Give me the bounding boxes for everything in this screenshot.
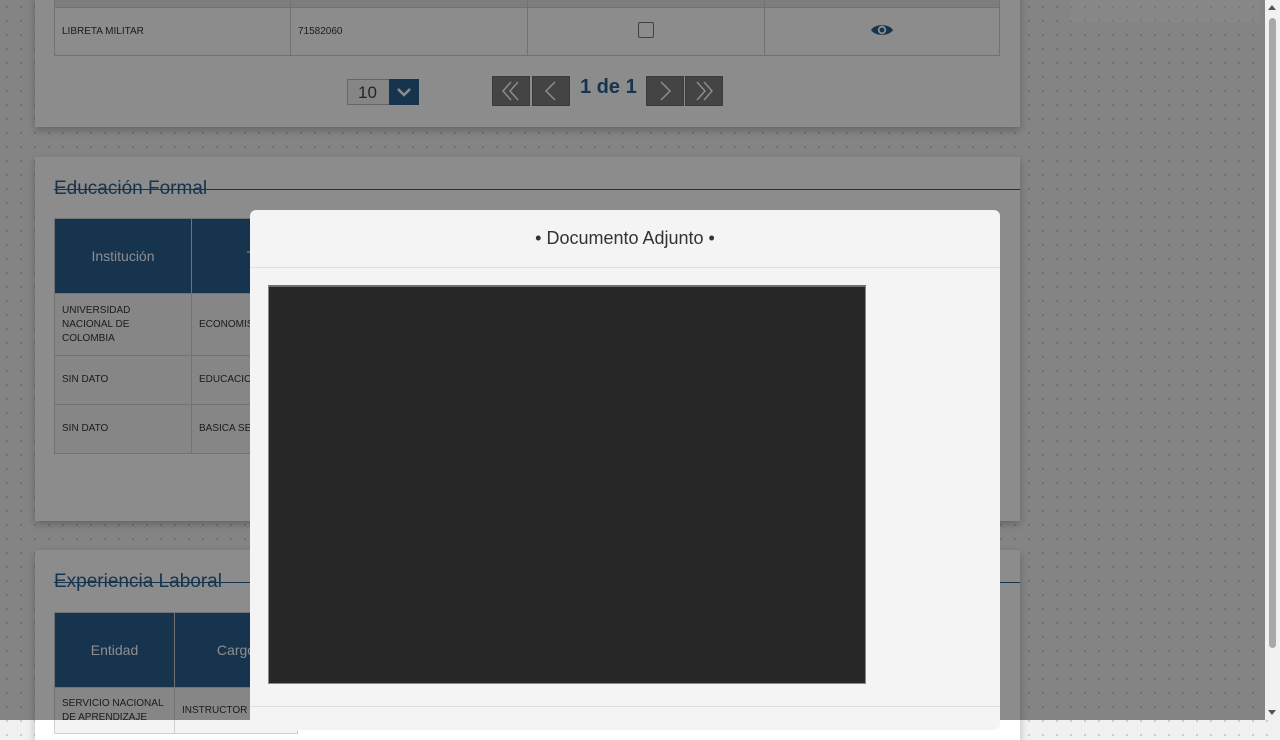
attachment-modal: • Documento Adjunto •: [250, 210, 1000, 730]
modal-title: • Documento Adjunto •: [535, 228, 715, 248]
modal-footer-divider: [250, 706, 1000, 707]
modal-header: • Documento Adjunto •: [250, 210, 1000, 268]
scroll-thumb[interactable]: [1269, 18, 1276, 648]
page-scrollbar[interactable]: [1265, 0, 1280, 720]
document-viewer[interactable]: [268, 285, 866, 684]
scroll-up-arrow-icon[interactable]: [1268, 5, 1276, 10]
scroll-down-arrow-icon[interactable]: [1268, 710, 1276, 715]
